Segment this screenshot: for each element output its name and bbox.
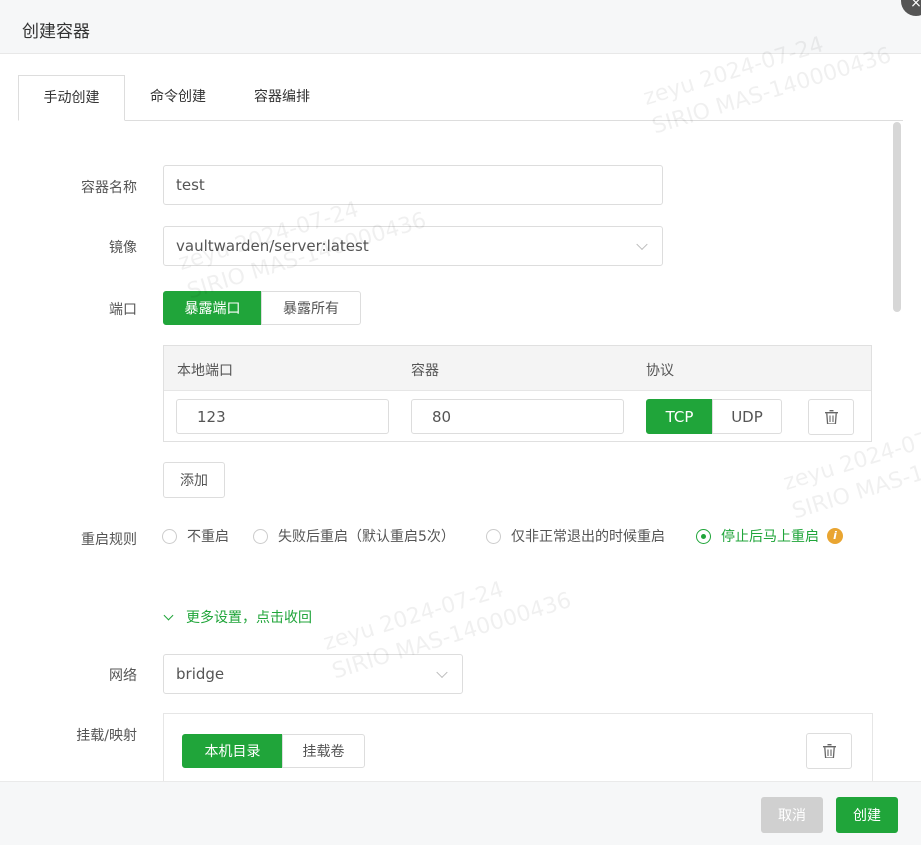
local-port-value: 123 [197,407,226,426]
restart-option-label: 仅非正常退出的时候重启 [511,529,665,545]
info-icon[interactable]: i [827,528,843,544]
dialog-footer: 取消 创建 [0,781,921,845]
restart-option-no[interactable]: 不重启 [162,526,229,546]
column-container-port: 容器 [411,363,439,379]
restart-option-label: 不重启 [187,529,229,545]
radio-icon [162,528,177,544]
image-label: 镜像 [109,240,137,256]
protocol-tcp-button[interactable]: TCP [646,399,713,434]
tab-command-create[interactable]: 命令创建 [150,75,206,120]
container-port-value: 80 [432,407,452,426]
restart-option-label: 失败后重启（默认重启5次） [278,529,455,545]
expose-port-button[interactable]: 暴露端口 [163,291,262,325]
tab-bar: 手动创建 命令创建 容器编排 [18,75,903,121]
container-name-label: 容器名称 [81,180,137,196]
radio-checked-icon [696,528,711,544]
delete-mount-button[interactable] [806,733,852,769]
trash-icon [823,744,836,758]
chevron-down-icon [436,666,448,679]
dialog-title: 创建容器 [22,22,90,42]
restart-option-unless-abnormal[interactable]: 仅非正常退出的时候重启 [486,526,665,546]
restart-option-on-failure[interactable]: 失败后重启（默认重启5次） [253,526,455,546]
trash-icon [825,410,838,424]
add-port-button[interactable]: 添加 [163,462,225,498]
local-port-input[interactable]: 123 [176,399,389,434]
image-select[interactable]: vaultwarden/server:latest [163,226,663,266]
restart-option-label: 停止后马上重启 [721,529,819,545]
container-name-value: test [176,176,205,194]
column-protocol: 协议 [646,363,674,379]
port-label: 端口 [109,302,137,318]
tab-manual-create[interactable]: 手动创建 [18,75,125,121]
chevron-down-icon [636,238,648,251]
port-table: 本地端口 容器 协议 123 80 TCP UDP [163,345,872,442]
more-settings-label: 更多设置，点击收回 [186,610,312,626]
host-directory-button[interactable]: 本机目录 [182,734,283,768]
container-port-input[interactable]: 80 [411,399,624,434]
chevron-down-icon [163,610,174,620]
radio-icon [253,528,268,544]
mount-volume-button[interactable]: 挂载卷 [282,734,365,768]
restart-policy-label: 重启规则 [81,532,137,548]
radio-icon [486,528,501,544]
scrollbar[interactable] [893,122,901,312]
network-value: bridge [176,665,225,683]
tab-compose[interactable]: 容器编排 [254,75,310,120]
create-button[interactable]: 创建 [836,797,898,833]
port-table-header: 本地端口 容器 协议 [164,346,871,391]
cancel-button[interactable]: 取消 [761,797,823,833]
image-value: vaultwarden/server:latest [176,237,369,255]
delete-port-button[interactable] [808,399,854,435]
column-local-port: 本地端口 [177,363,233,379]
mount-label: 挂载/映射 [76,728,137,744]
restart-option-always[interactable]: 停止后马上重启 i [696,526,843,546]
dialog-header: 创建容器 [0,0,921,54]
container-name-input[interactable]: test [163,165,663,205]
network-select[interactable]: bridge [163,654,463,694]
protocol-udp-button[interactable]: UDP [712,399,782,434]
expose-all-button[interactable]: 暴露所有 [261,291,361,325]
network-label: 网络 [109,668,137,684]
more-settings-toggle[interactable]: 更多设置，点击收回 [163,607,312,627]
